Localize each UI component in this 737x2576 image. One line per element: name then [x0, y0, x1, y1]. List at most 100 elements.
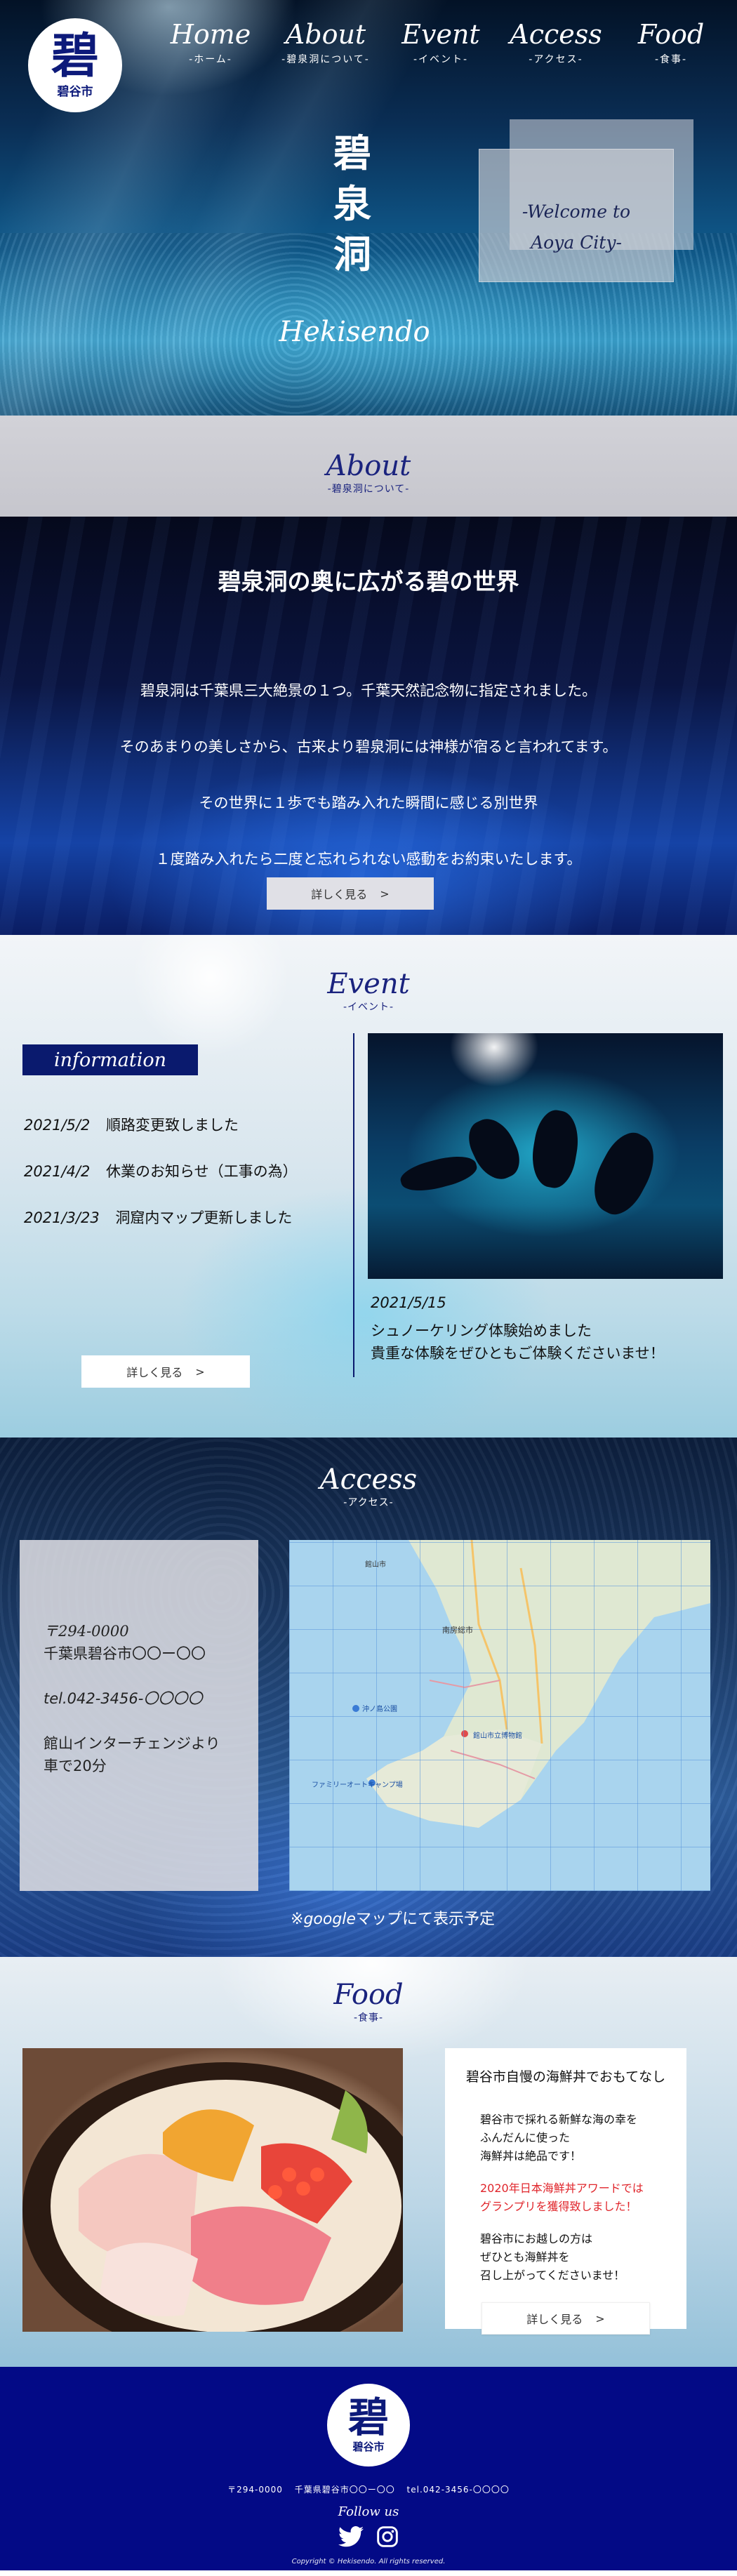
food-more-label: 詳しく見る: [526, 2313, 583, 2326]
food-text-line: 海鮮丼は絶品です！: [480, 2149, 582, 2163]
welcome-text: -Welcome to Aoya City-: [479, 197, 674, 258]
copyright: Copyright © Hekisendo. All rights reserv…: [291, 2558, 446, 2565]
seafood-bowl-photo: [22, 2048, 403, 2332]
follow-us-label: Follow us: [338, 2504, 399, 2519]
nav-access-sub: -アクセス-: [529, 53, 583, 65]
about-line: その世界に１歩でも踏み入れた瞬間に感じる別世界: [199, 795, 538, 811]
about-title: 碧泉洞の奥に広がる碧の世界: [218, 568, 519, 595]
map-label: 沖ノ島公園: [362, 1706, 397, 1713]
nav-food-label: Food: [637, 19, 705, 50]
logo-kanji: 碧: [51, 27, 99, 84]
about-header: About -碧泉洞について-: [0, 416, 737, 517]
food-heading: Food: [333, 1979, 404, 2011]
diver-silhouette: [582, 1124, 666, 1223]
hero-subtitle: Hekisendo: [279, 316, 430, 348]
instagram-icon[interactable]: [376, 2525, 399, 2551]
about-more-label: 詳しく見る: [311, 888, 368, 901]
site-logo[interactable]: 碧 碧谷市: [28, 18, 122, 112]
chevron-right-icon: >: [195, 1365, 205, 1379]
diver-silhouette: [526, 1107, 584, 1191]
food-text-line: 碧谷市にお越しの方は: [480, 2232, 593, 2245]
snorkeling-photo: [368, 1033, 723, 1279]
nav-home-label: Home: [170, 19, 251, 50]
news-date: 2021/4/2: [24, 1163, 91, 1180]
news-item[interactable]: 2021/3/23 洞窟内マップ更新しました: [24, 1195, 298, 1241]
food-card-title: 碧谷市自慢の海鮮丼でおもてなし: [465, 2069, 666, 2085]
nav-about[interactable]: About -碧泉洞について-: [268, 19, 383, 66]
footer-address-text: 千葉県碧谷市〇〇ー〇〇: [294, 2485, 395, 2495]
nav-event[interactable]: Event -イベント-: [383, 19, 498, 66]
nav-food-sub: -食事-: [654, 53, 688, 65]
news-date: 2021/3/23: [24, 1209, 100, 1226]
event-subheading: -イベント-: [343, 1002, 394, 1013]
food-text-line: ぜひとも海鮮丼を: [480, 2250, 570, 2264]
event-more-label: 詳しく見る: [126, 1366, 183, 1379]
food-paragraph-1: 碧谷市で採れる新鮮な海の幸を ふんだんに使った 海鮮丼は絶品です！: [480, 2111, 675, 2165]
welcome-line-2: Aoya City-: [531, 232, 622, 253]
nav-event-label: Event: [401, 19, 480, 50]
access-subheading: -アクセス-: [343, 1497, 394, 1508]
route-line-2: 車で20分: [44, 1758, 107, 1774]
footer-tel[interactable]: tel.042-3456-〇〇〇〇: [407, 2485, 510, 2495]
about-text: 碧泉洞は千葉県三大絶景の１つ。千葉天然記念物に指定されました。 そのあまりの美し…: [0, 663, 737, 887]
footer-logo-city-name: 碧谷市: [352, 2440, 385, 2453]
food-header: Food -食事-: [0, 1979, 737, 2024]
diver-silhouette: [397, 1150, 480, 1197]
food-text-line: 召し上がってくださいませ！: [480, 2269, 625, 2282]
food-award-text: 2020年日本海鮮丼アワードでは グランプリを獲得致しました！: [480, 2179, 675, 2216]
news-list: 2021/5/2 順路変更致しました 2021/4/2 休業のお知らせ（工事の為…: [24, 1102, 298, 1241]
news-item[interactable]: 2021/5/2 順路変更致しました: [24, 1102, 298, 1148]
phone-number[interactable]: tel.042-3456-〇〇〇〇: [44, 1687, 258, 1710]
nav-food[interactable]: Food -食事-: [613, 19, 729, 66]
access-section: Access -アクセス- 〒294-0000 千葉県碧谷市〇〇ー〇〇 tel.…: [0, 1438, 737, 1957]
hero-section: 碧 碧谷市 Home -ホーム- About -碧泉洞について- Event -…: [0, 0, 737, 416]
address-card: 〒294-0000 千葉県碧谷市〇〇ー〇〇 tel.042-3456-〇〇〇〇 …: [20, 1540, 258, 1891]
food-subheading: -食事-: [353, 2012, 384, 2024]
social-links: [0, 2525, 737, 2551]
twitter-icon[interactable]: [338, 2525, 364, 2551]
logo-city-name: 碧谷市: [57, 84, 93, 99]
event-more-button[interactable]: 詳しく見る >: [81, 1355, 250, 1388]
address: 千葉県碧谷市〇〇ー〇〇: [44, 1645, 206, 1662]
nav-access-label: Access: [510, 19, 602, 50]
feature-line-1: シュノーケリング体験始めました: [371, 1322, 592, 1339]
news-item[interactable]: 2021/4/2 休業のお知らせ（工事の為）: [24, 1148, 298, 1195]
seafood-bowl-graphic: [22, 2062, 403, 2332]
hero-title: 碧泉洞: [333, 131, 371, 277]
event-header: Event -イベント-: [0, 969, 737, 1014]
feature-description: シュノーケリング体験始めました 貴重な体験をぜひともご体験くださいませ！: [371, 1320, 665, 1365]
map-note: ※googleマップにて表示予定: [291, 1906, 495, 1929]
event-section: Event -イベント- information 2021/5/2 順路変更致し…: [0, 935, 737, 1438]
news-text: 順路変更致しました: [106, 1117, 239, 1134]
food-text-line: ふんだんに使った: [480, 2131, 571, 2144]
about-section: 碧泉洞の奥に広がる碧の世界 碧泉洞は千葉県三大絶景の１つ。千葉天然記念物に指定さ…: [0, 517, 737, 935]
postal-code: 〒294-0000: [44, 1623, 129, 1640]
access-header: Access -アクセス-: [0, 1464, 737, 1509]
about-more-button[interactable]: 詳しく見る >: [267, 877, 434, 910]
map-label: ファミリーオートキャンプ場: [312, 1781, 403, 1789]
food-more-button[interactable]: 詳しく見る >: [482, 2302, 650, 2335]
chevron-right-icon: >: [595, 2311, 605, 2325]
news-date: 2021/5/2: [24, 1117, 91, 1134]
about-line: そのあまりの美しさから、古来より碧泉洞には神様が宿ると言われてます。: [119, 738, 618, 755]
welcome-line-1: -Welcome to: [522, 201, 631, 222]
map-label: 南房総市: [442, 1626, 473, 1635]
footer-logo[interactable]: 碧 碧谷市: [327, 2384, 410, 2467]
chevron-right-icon: >: [380, 887, 390, 901]
nav-about-label: About: [285, 19, 366, 50]
footer-postal: 〒294-0000: [227, 2485, 283, 2495]
map-label: 館山市: [365, 1561, 386, 1569]
nav-access[interactable]: Access -アクセス-: [498, 19, 613, 66]
map-grid-overlay: [289, 1540, 710, 1891]
access-heading: Access: [319, 1463, 418, 1496]
nav-event-sub: -イベント-: [413, 53, 469, 65]
map-view[interactable]: 館山市 南房総市 館山市立博物館 沖ノ島公園 ファミリーオートキャンプ場: [289, 1540, 710, 1891]
news-text: 洞窟内マップ更新しました: [115, 1209, 293, 1226]
nav-home-sub: -ホーム-: [189, 53, 232, 65]
nav-home[interactable]: Home -ホーム-: [153, 19, 268, 66]
news-text: 休業のお知らせ（工事の為）: [106, 1163, 298, 1180]
nav-about-sub: -碧泉洞について-: [281, 53, 370, 65]
food-text-line: 碧谷市で採れる新鮮な海の幸を: [480, 2113, 638, 2126]
information-badge: information: [22, 1044, 198, 1075]
food-section: Food -食事- 碧谷市自慢の海鮮丼でおもてなし 碧谷市で採れる新鮮な海の幸を…: [0, 1957, 737, 2367]
